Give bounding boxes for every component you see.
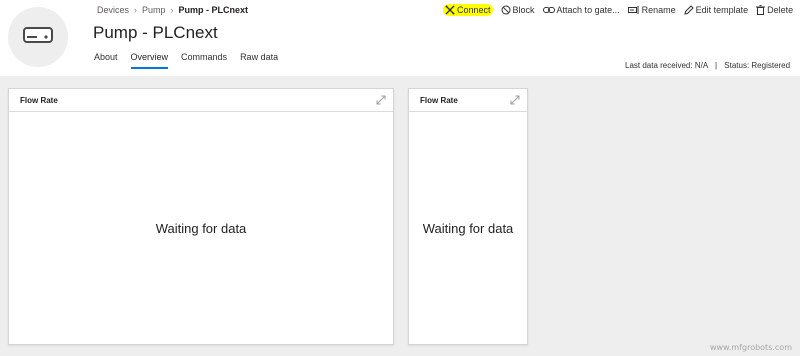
tile-title: Flow Rate [20,95,58,105]
status-badge: Status: Registered [724,61,791,70]
tab-commands[interactable]: Commands [181,52,227,69]
tile-title: Flow Rate [420,95,458,105]
block-label: Block [512,5,535,15]
breadcrumb-pump[interactable]: Pump [142,5,166,15]
tile-header: Flow Rate [9,89,393,112]
chevron-right-icon: › [134,5,138,15]
last-data-received: Last data received: N/A [625,61,708,70]
command-toolbar: Connect Block Attach to gate... Rename E… [443,4,793,16]
breadcrumb-current: Pump - PLCnext [178,5,249,15]
tab-raw-data[interactable]: Raw data [240,52,278,69]
connect-label: Connect [457,5,491,15]
tile-header: Flow Rate [409,89,527,112]
waiting-message: Waiting for data [422,220,514,236]
pencil-icon [683,5,694,15]
rename-button[interactable]: Rename [627,5,676,15]
block-button[interactable]: Block [501,5,535,15]
watermark: www.mfgrobots.com [709,343,792,352]
waiting-message: Waiting for data [155,220,247,236]
device-box-icon [23,26,53,48]
tile-body: Waiting for data [9,112,393,344]
breadcrumb-devices[interactable]: Devices [97,5,129,15]
tile-body: Waiting for data [409,112,527,344]
chevron-right-icon: › [170,5,174,15]
dashboard-canvas: Flow Rate Waiting for data Flow Rate Wai… [0,76,800,356]
delete-button[interactable]: Delete [756,5,793,15]
rename-label: Rename [641,5,676,15]
edit-template-button[interactable]: Edit template [683,5,749,15]
attach-label: Attach to gate... [556,5,620,15]
connect-button[interactable]: Connect [443,4,493,16]
delete-label: Delete [767,5,794,15]
edit-template-label: Edit template [695,5,749,15]
trash-icon [756,5,766,15]
tab-about[interactable]: About [94,52,118,69]
flow-rate-tile: Flow Rate Waiting for data [408,88,528,345]
device-avatar [8,7,68,67]
tab-overview[interactable]: Overview [130,52,169,69]
flow-rate-tile: Flow Rate Waiting for data [8,88,394,345]
link-icon [542,5,555,15]
rename-icon [627,5,640,15]
attach-to-gateway-button[interactable]: Attach to gate... [542,5,620,15]
breadcrumb: Devices › Pump › Pump - PLCnext [97,5,248,15]
block-icon [501,5,511,15]
page-title: Pump - PLCnext [93,23,218,42]
device-header: Devices › Pump › Pump - PLCnext Pump - P… [0,0,800,76]
device-status-line: Last data received: N/A | Status: Regist… [625,61,790,70]
status-divider: | [714,61,718,70]
tab-bar: About Overview Commands Raw data [94,52,291,69]
expand-icon[interactable] [510,95,520,105]
connect-icon [445,5,455,15]
expand-icon[interactable] [376,95,386,105]
